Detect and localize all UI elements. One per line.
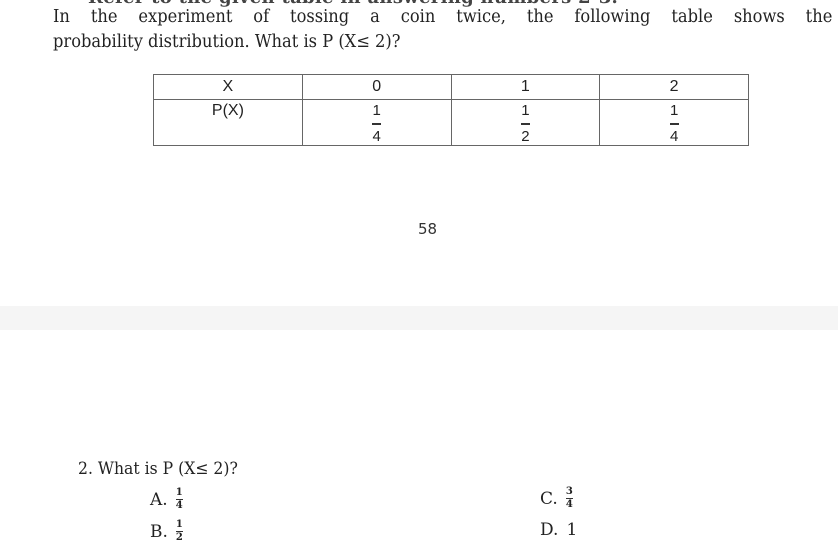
table-row-x: X 0 1 2 (153, 74, 749, 100)
table-row-px: P(X) 14 12 14 (153, 99, 749, 146)
option-a[interactable]: A. 14 (150, 488, 183, 511)
page-number: 58 (418, 220, 438, 238)
probability-cell: 12 (450, 99, 601, 146)
option-value: 1 (566, 520, 578, 540)
option-c[interactable]: C. 34 (540, 487, 573, 510)
intro-line-1: In the experiment of tossing a coin twic… (53, 7, 833, 27)
option-fraction: 14 (175, 487, 183, 512)
probability-cell: 14 (599, 99, 749, 146)
probability-fraction: 14 (669, 102, 679, 145)
option-fraction: 12 (175, 519, 183, 544)
intro-line-2: probability distribution. What is P (X≤ … (53, 32, 401, 52)
option-d[interactable]: D. 1 (540, 520, 577, 540)
probability-cell: 14 (301, 99, 452, 146)
page-separator (0, 306, 838, 330)
option-letter: A. (150, 489, 168, 510)
x-value-cell: 2 (599, 74, 749, 100)
option-fraction: 34 (565, 486, 573, 511)
intro-paragraph: In the experiment of tossing a coin twic… (53, 5, 832, 55)
x-value-cell: 1 (450, 74, 601, 100)
option-letter: B. (150, 521, 168, 542)
row-label-x: X (153, 74, 303, 100)
option-letter: C. (540, 488, 558, 509)
option-letter: D. (540, 520, 559, 540)
option-b[interactable]: B. 12 (150, 520, 183, 543)
probability-fraction: 12 (520, 102, 530, 145)
probability-distribution-table: X 0 1 2 P(X) 14 12 14 (153, 74, 749, 146)
probability-fraction: 14 (372, 102, 382, 145)
question-text: 2. What is P (X≤ 2)? (78, 459, 238, 479)
x-value-cell: 0 (301, 74, 452, 100)
row-label-px: P(X) (153, 99, 303, 146)
